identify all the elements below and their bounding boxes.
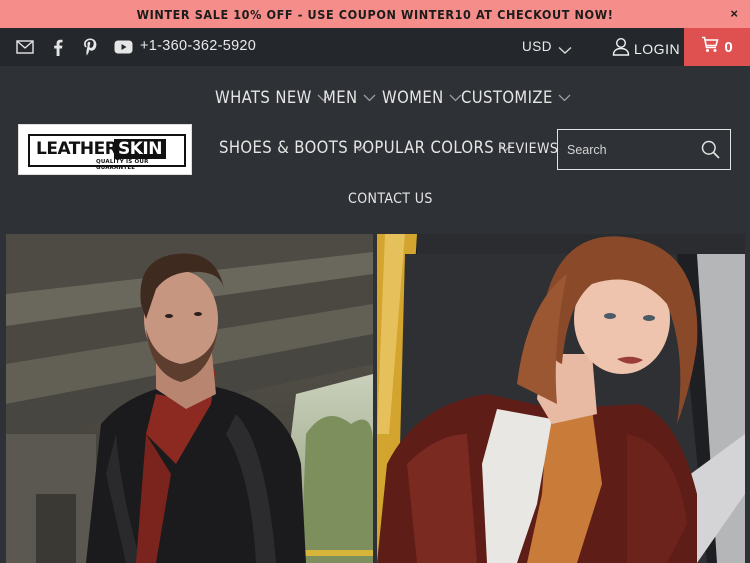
nav-reviews[interactable]: REVIEWS [498,141,558,157]
phone-number[interactable]: +1-360-362-5920 [140,38,256,54]
nav-whats-new[interactable]: WHATS NEW [215,88,330,107]
login-link[interactable]: LOGIN [612,37,680,61]
currency-selector[interactable]: USD [522,39,552,54]
nav-whats-new-label: WHATS NEW [215,88,312,107]
announcement-bar: WINTER SALE 10% OFF - USE COUPON WINTER1… [0,0,750,28]
search-icon[interactable] [701,140,720,164]
chevron-down-icon[interactable] [558,42,572,60]
nav-customize[interactable]: CUSTOMIZE [461,88,571,107]
logo-frame: LEATHER SKIN QUALITY IS OUR GUARANTEE [28,134,186,171]
search-input[interactable] [558,130,698,169]
logo-word-skin: SKIN [114,139,166,159]
facebook-icon[interactable] [49,38,67,56]
cart-count: 0 [724,38,733,56]
man-leather-jacket-photo [6,234,373,563]
nav-shoes-boots-label: SHOES & BOOTS [219,138,349,157]
logo-tagline: QUALITY IS OUR GUARANTEE [96,159,149,171]
nav-reviews-label: REVIEWS [498,141,559,157]
nav-shoes-boots[interactable]: SHOES & BOOTS [219,138,366,157]
login-label: LOGIN [634,41,681,57]
utility-bar: +1-360-362-5920 USD LOGIN 0 [0,28,750,66]
nav-popular-colors[interactable]: POPULAR COLORS [353,138,512,157]
logo-word-leather: LEATHER [36,139,118,159]
user-icon [612,37,630,61]
leather-skin-logo[interactable]: LEATHER SKIN QUALITY IS OUR GUARANTEE [18,124,192,175]
close-icon[interactable]: × [730,6,738,21]
nav-women-label: WOMEN [382,88,444,107]
nav-contact-us[interactable]: CONTACT US [348,191,433,207]
nav-men-label: MEN [323,88,358,107]
announcement-text: WINTER SALE 10% OFF - USE COUPON WINTER1… [136,6,614,22]
chevron-down-icon [363,94,375,101]
nav-contact-us-label: CONTACT US [348,191,433,207]
hero-image-men[interactable] [6,234,373,563]
chevron-down-icon [449,94,462,101]
search-box [557,129,731,170]
chevron-down-icon [558,94,571,101]
site-header: LEATHER SKIN QUALITY IS OUR GUARANTEE WH… [0,66,750,234]
nav-men[interactable]: MEN [323,88,376,107]
nav-women[interactable]: WOMEN [382,88,462,107]
youtube-icon[interactable] [113,38,133,56]
mail-icon[interactable] [16,38,34,56]
woman-leather-jacket-photo [377,234,745,563]
cart-icon [701,36,719,58]
cart-button[interactable]: 0 [684,28,750,66]
pinterest-icon[interactable] [81,38,99,56]
nav-popular-colors-label: POPULAR COLORS [353,138,495,157]
hero-image-women[interactable] [377,234,745,563]
nav-customize-label: CUSTOMIZE [461,88,553,107]
